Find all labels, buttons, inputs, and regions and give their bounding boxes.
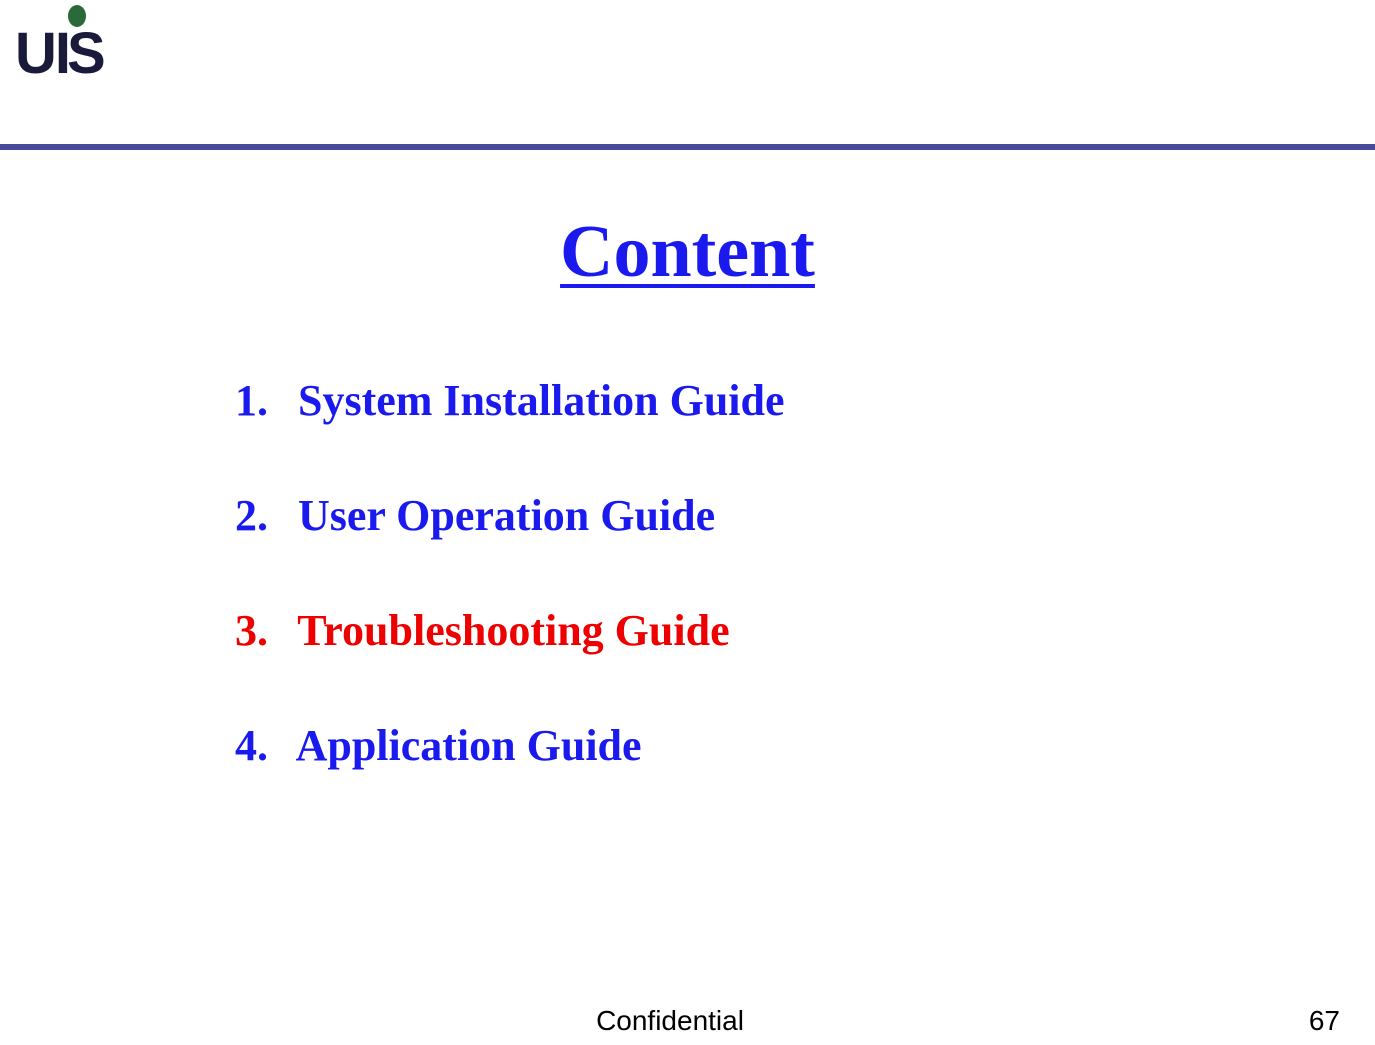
logo-letter-u: U <box>15 31 55 77</box>
item-label: User Operation Guide <box>298 491 715 540</box>
logo: U I S <box>15 5 104 77</box>
slide-header: U I S <box>0 0 1375 150</box>
item-number: 4. <box>235 720 287 771</box>
page-number: 67 <box>1309 1005 1340 1037</box>
title-text: Content <box>560 211 815 293</box>
item-number: 1. <box>235 375 287 426</box>
logo-letter-i: I <box>55 31 69 77</box>
list-item: 2. User Operation Guide <box>235 490 1375 541</box>
item-number: 3. <box>235 605 287 656</box>
item-number: 2. <box>235 490 287 541</box>
item-label: Troubleshooting Guide <box>297 606 729 655</box>
slide-footer: Confidential 67 <box>0 1005 1375 1037</box>
list-item-highlighted: 3. Troubleshooting Guide <box>235 605 1375 656</box>
item-label: Application Guide <box>296 721 642 770</box>
page-title: Content <box>0 210 1375 295</box>
content-list: 1. System Installation Guide 2. User Ope… <box>0 375 1375 771</box>
item-label: System Installation Guide <box>298 376 785 425</box>
list-item: 4. Application Guide <box>235 720 1375 771</box>
list-item: 1. System Installation Guide <box>235 375 1375 426</box>
logo-letter-s: S <box>67 31 104 77</box>
logo-text: U I S <box>15 31 104 77</box>
footer-label: Confidential <box>0 1005 1340 1037</box>
